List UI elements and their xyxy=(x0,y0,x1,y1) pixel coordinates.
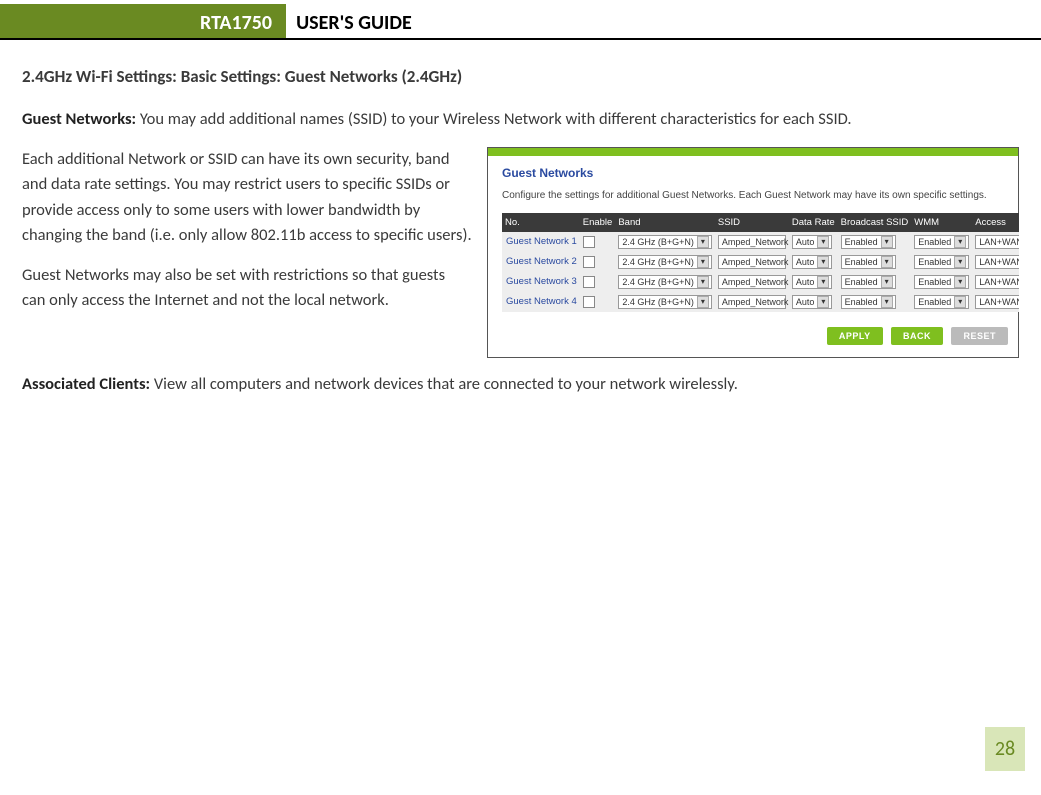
chevron-down-icon: ▾ xyxy=(954,276,966,288)
left-text-column: Each additional Network or SSID can have… xyxy=(22,147,472,328)
chevron-down-icon: ▾ xyxy=(697,276,709,288)
col-no: No. xyxy=(502,213,580,232)
associated-label: Associated Clients: xyxy=(22,374,150,394)
page-number: 28 xyxy=(985,727,1025,771)
doc-title: USER'S GUIDE xyxy=(286,4,412,38)
enable-checkbox[interactable] xyxy=(583,276,595,288)
row-label: Guest Network 2 xyxy=(502,252,580,272)
chevron-down-icon: ▾ xyxy=(881,236,893,248)
col-access: Access xyxy=(972,213,1019,232)
row-label: Guest Network 1 xyxy=(502,232,580,252)
chevron-down-icon: ▾ xyxy=(817,256,829,268)
table-row: Guest Network 3 2.4 GHz (B+G+N)▾ Amped_Net… xyxy=(502,272,1019,292)
band-select[interactable]: 2.4 GHz (B+G+N)▾ xyxy=(618,275,712,289)
band-select[interactable]: 2.4 GHz (B+G+N)▾ xyxy=(618,295,712,309)
left-para-1: Each additional Network or SSID can have… xyxy=(22,147,472,249)
ssid-input[interactable]: Amped_Network xyxy=(718,255,786,269)
wmm-select[interactable]: Enabled▾ xyxy=(914,295,969,309)
associated-text: View all computers and network devices t… xyxy=(150,374,738,394)
col-ssid: SSID xyxy=(715,213,789,232)
chevron-down-icon: ▾ xyxy=(954,236,966,248)
chevron-down-icon: ▾ xyxy=(954,296,966,308)
table-row: Guest Network 2 2.4 GHz (B+G+N)▾ Amped_Net… xyxy=(502,252,1019,272)
left-para-2: Guest Networks may also be set with rest… xyxy=(22,263,472,314)
intro-paragraph: Guest Networks: You may add additional n… xyxy=(22,107,1019,133)
broadcast-select[interactable]: Enabled▾ xyxy=(841,255,896,269)
row-label: Guest Network 3 xyxy=(502,272,580,292)
rate-select[interactable]: Auto▾ xyxy=(792,275,833,289)
back-button[interactable]: BACK xyxy=(891,327,943,345)
wmm-select[interactable]: Enabled▾ xyxy=(914,255,969,269)
broadcast-select[interactable]: Enabled▾ xyxy=(841,275,896,289)
ssid-input[interactable]: Amped_Network xyxy=(718,295,786,309)
panel-button-row: APPLY BACK RESET xyxy=(502,326,1008,345)
enable-checkbox[interactable] xyxy=(583,296,595,308)
chevron-down-icon: ▾ xyxy=(817,296,829,308)
intro-text: You may add additional names (SSID) to y… xyxy=(136,109,851,129)
chevron-down-icon: ▾ xyxy=(817,236,829,248)
guest-networks-table: No. Enable Band SSID Data Rate Broadcast… xyxy=(502,213,1019,312)
section-heading: 2.4GHz Wi-Fi Settings: Basic Settings: G… xyxy=(22,66,1019,87)
col-wmm: WMM xyxy=(911,213,972,232)
access-select[interactable]: LAN+WAN▾ xyxy=(975,255,1019,269)
col-bcast: Broadcast SSID xyxy=(838,213,912,232)
rate-select[interactable]: Auto▾ xyxy=(792,255,833,269)
enable-checkbox[interactable] xyxy=(583,236,595,248)
product-model: RTA1750 xyxy=(0,4,286,38)
access-select[interactable]: LAN+WAN▾ xyxy=(975,235,1019,249)
col-band: Band xyxy=(615,213,715,232)
access-select[interactable]: LAN+WAN▾ xyxy=(975,275,1019,289)
access-select[interactable]: LAN+WAN▾ xyxy=(975,295,1019,309)
col-rate: Data Rate xyxy=(789,213,838,232)
table-row: Guest Network 1 2.4 GHz (B+G+N)▾ Amped_Net… xyxy=(502,232,1019,252)
panel-accent-bar xyxy=(488,148,1018,156)
chevron-down-icon: ▾ xyxy=(697,236,709,248)
rate-select[interactable]: Auto▾ xyxy=(792,235,833,249)
chevron-down-icon: ▾ xyxy=(881,296,893,308)
row-label: Guest Network 4 xyxy=(502,292,580,312)
col-enable: Enable xyxy=(580,213,616,232)
ssid-input[interactable]: Amped_Network xyxy=(718,235,786,249)
chevron-down-icon: ▾ xyxy=(697,256,709,268)
wmm-select[interactable]: Enabled▾ xyxy=(914,275,969,289)
broadcast-select[interactable]: Enabled▾ xyxy=(841,295,896,309)
broadcast-select[interactable]: Enabled▾ xyxy=(841,235,896,249)
apply-button[interactable]: APPLY xyxy=(827,327,883,345)
panel-title: Guest Networks xyxy=(502,166,1008,180)
table-row: Guest Network 4 2.4 GHz (B+G+N)▾ Amped_Net… xyxy=(502,292,1019,312)
chevron-down-icon: ▾ xyxy=(697,296,709,308)
band-select[interactable]: 2.4 GHz (B+G+N)▾ xyxy=(618,255,712,269)
enable-checkbox[interactable] xyxy=(583,256,595,268)
band-select[interactable]: 2.4 GHz (B+G+N)▾ xyxy=(618,235,712,249)
doc-header: RTA1750 USER'S GUIDE xyxy=(0,4,1041,40)
reset-button[interactable]: RESET xyxy=(951,327,1008,345)
panel-description: Configure the settings for additional Gu… xyxy=(502,190,1008,201)
chevron-down-icon: ▾ xyxy=(817,276,829,288)
wmm-select[interactable]: Enabled▾ xyxy=(914,235,969,249)
chevron-down-icon: ▾ xyxy=(881,256,893,268)
chevron-down-icon: ▾ xyxy=(881,276,893,288)
rate-select[interactable]: Auto▾ xyxy=(792,295,833,309)
intro-label: Guest Networks: xyxy=(22,109,136,129)
ssid-input[interactable]: Amped_Network xyxy=(718,275,786,289)
associated-clients-paragraph: Associated Clients: View all computers a… xyxy=(22,372,1019,398)
guest-networks-screenshot: Guest Networks Configure the settings fo… xyxy=(487,147,1019,358)
chevron-down-icon: ▾ xyxy=(954,256,966,268)
